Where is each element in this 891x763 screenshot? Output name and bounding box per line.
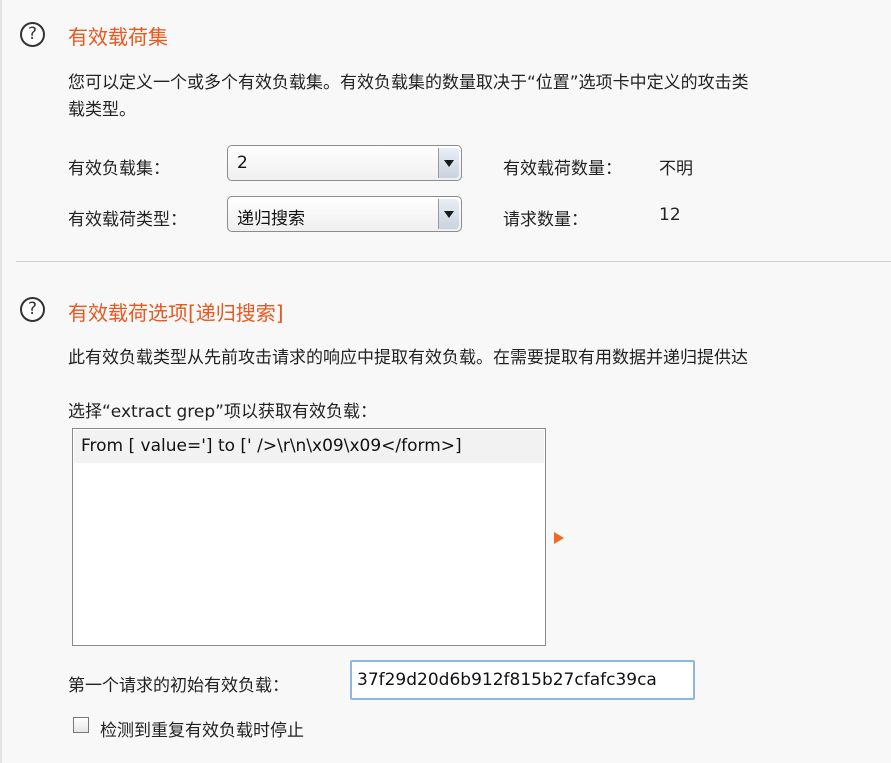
extract-grep-label: 选择“extract grep”项以获取有效负载：	[68, 402, 377, 422]
payload-options-title: 有效载荷选项[递归搜索]	[68, 301, 284, 325]
payload-set-value: 2	[237, 153, 248, 173]
initial-payload-input[interactable]	[350, 660, 695, 700]
list-item[interactable]: From [ value='] to [' />\r\n\x09\x09</fo…	[74, 430, 544, 463]
payload-type-value: 递归搜索	[237, 209, 305, 229]
request-count-label: 请求数量：	[503, 210, 588, 230]
payload-set-label: 有效负载集：	[68, 159, 170, 179]
stop-on-duplicate-label[interactable]: 检测到重复有效负载时停止	[100, 716, 304, 741]
payload-set-dropdown[interactable]: 2	[227, 145, 462, 181]
payload-count-value: 不明	[659, 159, 693, 179]
play-arrow-icon[interactable]	[554, 532, 564, 544]
payload-sets-description-line2: 载类型。	[68, 100, 136, 120]
initial-payload-label: 第一个请求的初始有效负载：	[68, 676, 289, 696]
request-count-value: 12	[659, 205, 681, 225]
payload-options-description: 此有效负载类型从先前攻击请求的响应中提取有效负载。在需要提取有用数据并递归提供达	[68, 348, 748, 368]
section-divider	[16, 261, 891, 262]
stop-on-duplicate-checkbox[interactable]	[73, 717, 89, 733]
payload-sets-description-line1: 您可以定义一个或多个有效负载集。有效负载集的数量取决于“位置”选项卡中定义的攻击…	[68, 73, 749, 93]
payload-type-label: 有效载荷类型：	[68, 210, 187, 230]
chevron-down-icon[interactable]	[438, 148, 459, 178]
left-panel-edge	[0, 0, 2, 763]
payload-count-label: 有效载荷数量：	[503, 159, 622, 179]
help-icon[interactable]: ?	[20, 297, 45, 322]
help-icon[interactable]: ?	[20, 22, 45, 47]
chevron-down-icon[interactable]	[438, 199, 459, 229]
payload-type-dropdown[interactable]: 递归搜索	[227, 196, 462, 232]
payload-sets-title: 有效载荷集	[68, 25, 168, 49]
extract-grep-list[interactable]: From [ value='] to [' />\r\n\x09\x09</fo…	[72, 428, 546, 646]
